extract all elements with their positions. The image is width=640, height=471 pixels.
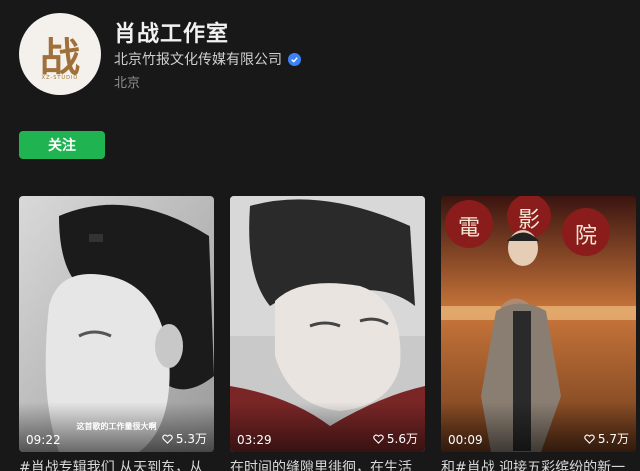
sign-char-3: 院 (575, 224, 598, 249)
video-caption-2[interactable]: 在时间的缝隙里徘徊，在生活 (230, 457, 425, 471)
video-likes: 5.6万 (373, 430, 418, 447)
heart-outline-icon (584, 434, 595, 444)
verified-org: 北京竹报文化传媒有限公司 (114, 52, 282, 68)
video-caption-1[interactable]: #肖战专辑我们 从天到东，从 (19, 457, 214, 471)
heart-outline-icon (162, 434, 173, 444)
video-likes-count: 5.3万 (175, 432, 207, 446)
verification-row: 北京竹报文化传媒有限公司 (114, 49, 301, 69)
profile-name: 肖战工作室 (114, 22, 230, 47)
video-duration: 03:29 (237, 433, 272, 447)
video-likes-count: 5.6万 (386, 432, 418, 446)
video-card-2[interactable]: 03:29 5.6万 (230, 196, 425, 452)
video-card-3[interactable]: 電 影 院 00:09 5.7万 (441, 196, 636, 452)
video-likes: 5.3万 (162, 430, 207, 447)
sign-char-1: 電 (458, 216, 481, 241)
video-caption-3[interactable]: 和#肖战 迎接五彩缤纷的新一 (441, 457, 636, 471)
avatar[interactable]: 战 XZ-STUDIO (19, 13, 101, 95)
video-likes: 5.7万 (584, 430, 629, 447)
heart-outline-icon (373, 434, 384, 444)
video-likes-count: 5.7万 (597, 432, 629, 446)
video-card-1[interactable]: 这首歌的工作量很大啊 09:22 5.3万 (19, 196, 214, 452)
sign-char-2: 影 (518, 208, 541, 233)
video-duration: 00:09 (448, 433, 483, 447)
profile-location: 北京 (114, 76, 141, 91)
avatar-logo-text: XZ-STUDIO (41, 75, 79, 81)
check-badge-icon (288, 52, 301, 66)
video-duration: 09:22 (26, 433, 61, 447)
follow-button[interactable]: 关注 (19, 131, 105, 159)
